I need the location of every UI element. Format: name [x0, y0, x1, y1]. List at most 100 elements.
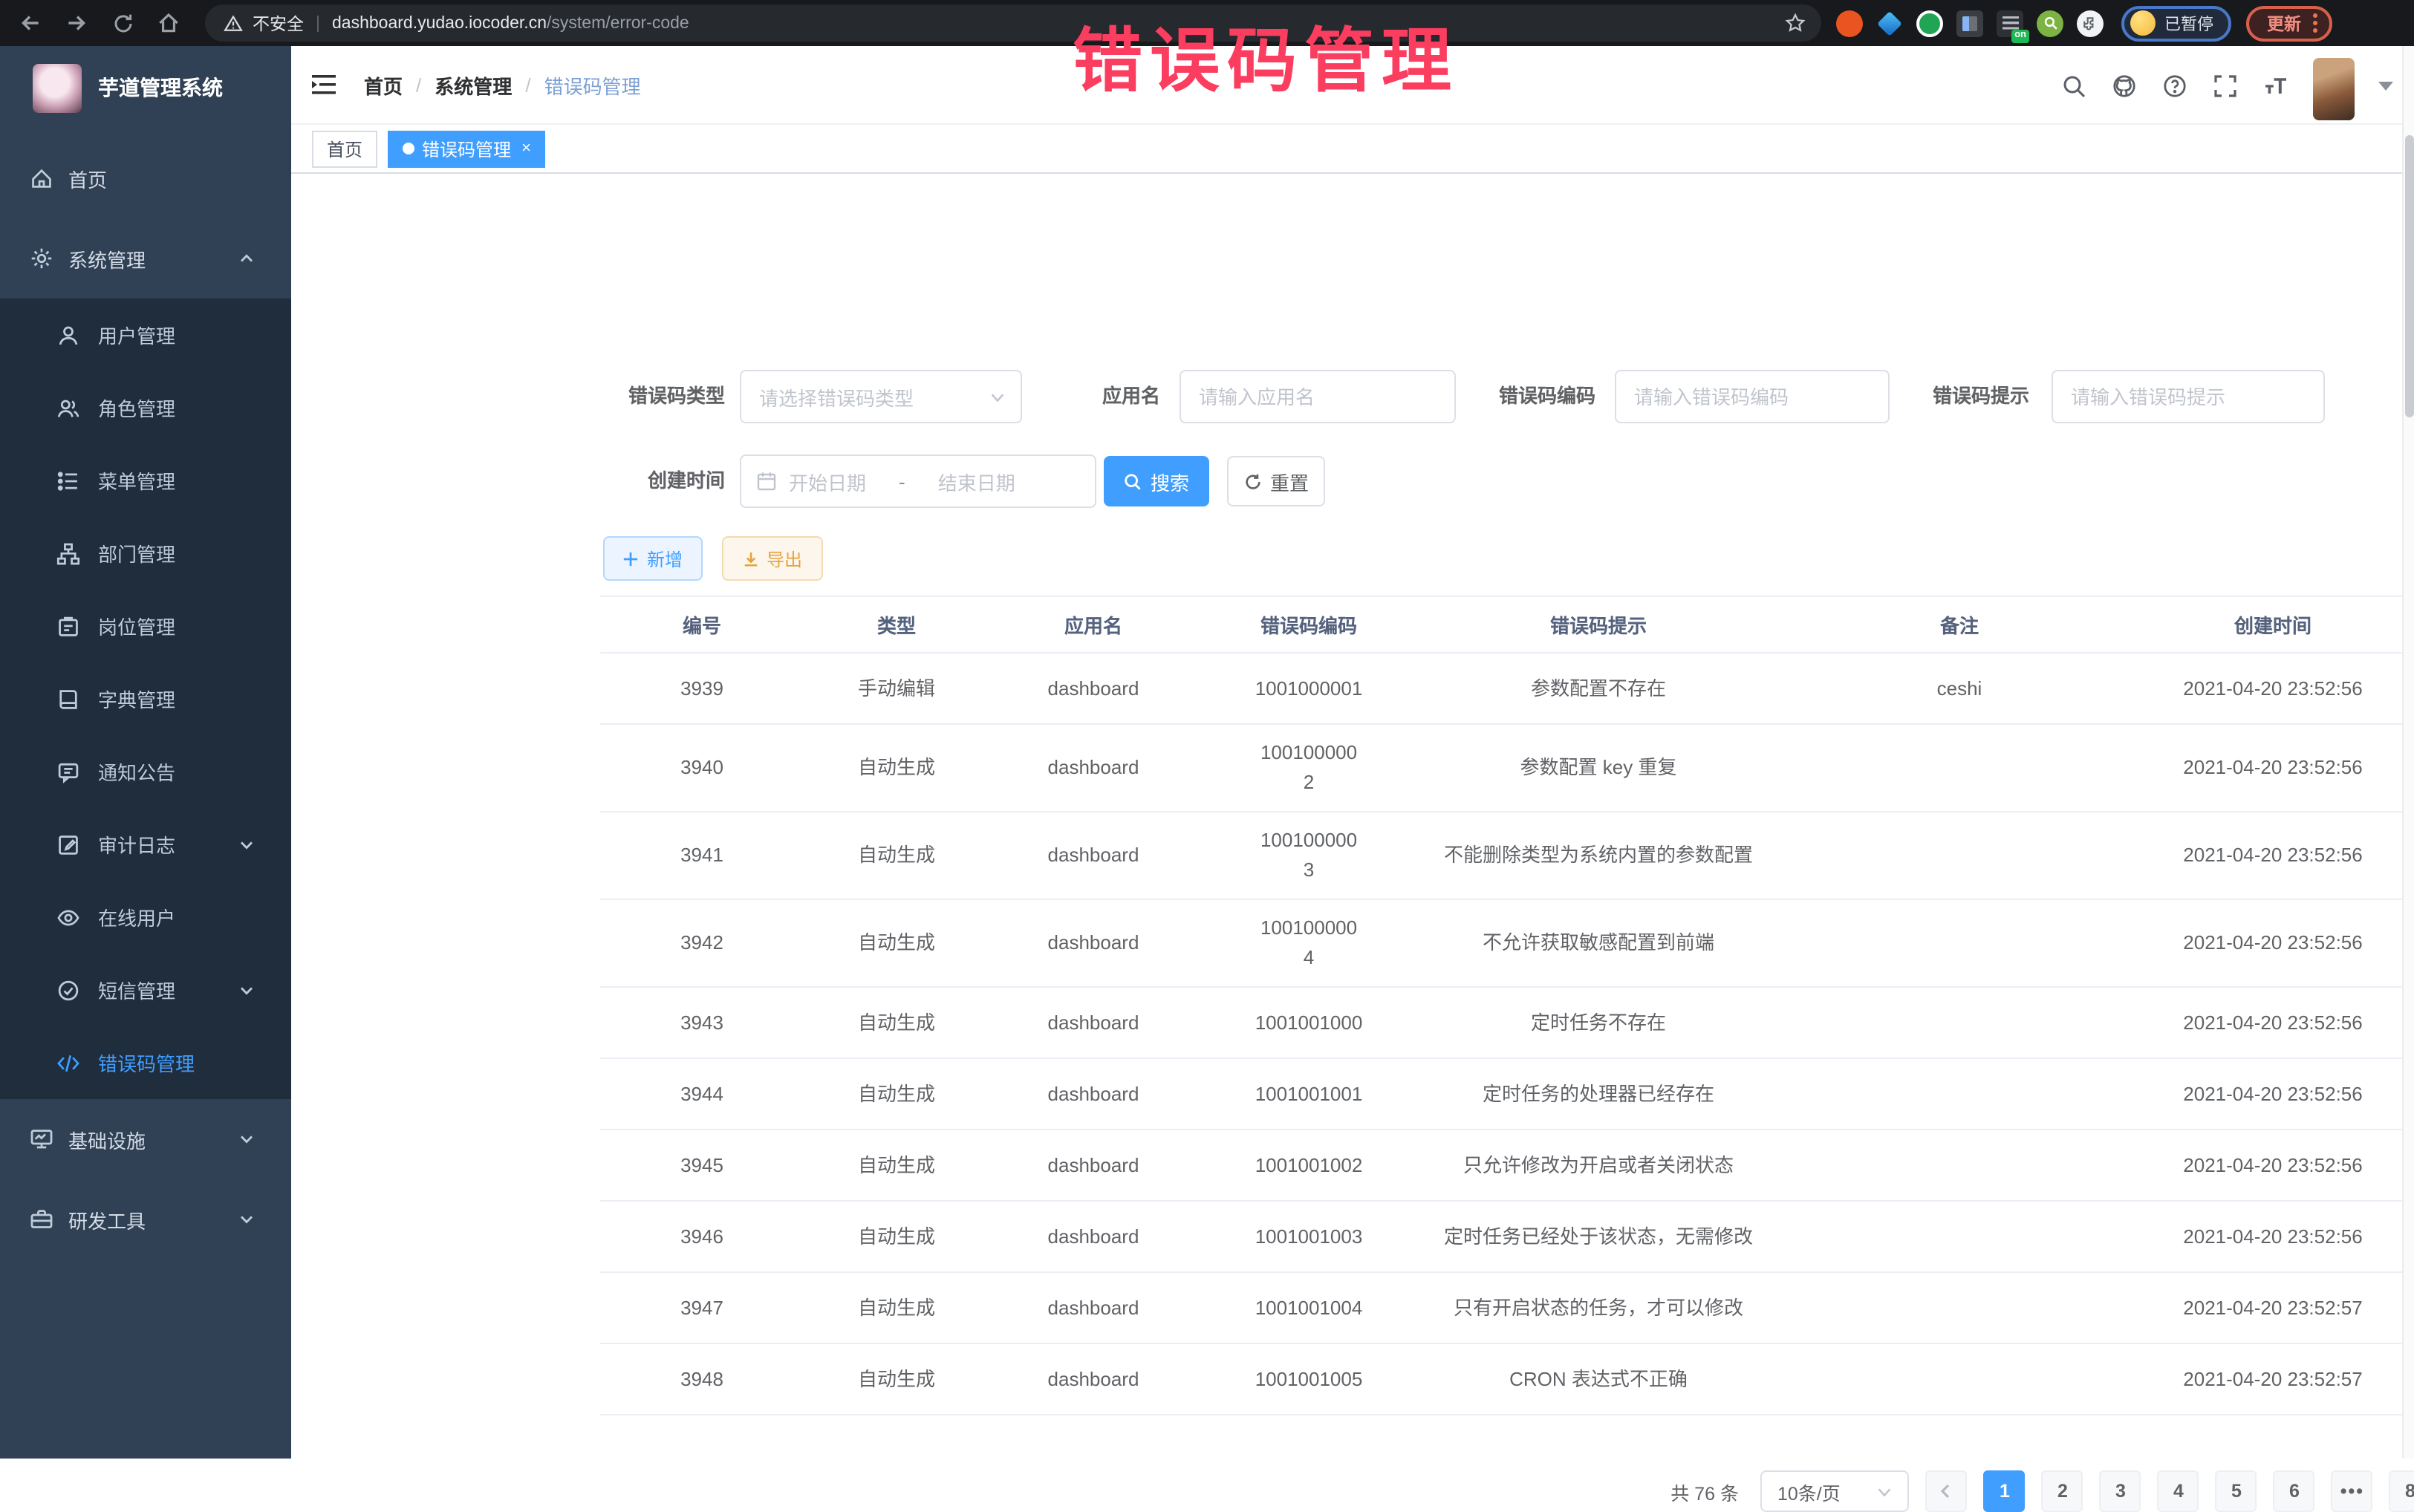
search-button[interactable]: 搜索 [1104, 456, 1209, 506]
row-time: 2021-04-20 23:52:56 [2142, 899, 2404, 987]
sidebar-item-infrastructure[interactable]: 基础设施 [0, 1099, 291, 1179]
sidebar-item-error-code-management[interactable]: 错误码管理 [0, 1026, 291, 1099]
security-warning-icon[interactable] [223, 13, 244, 33]
sidebar-item-label: 菜单管理 [98, 466, 175, 495]
page-button-3[interactable]: 3 [2100, 1470, 2141, 1512]
page-button-5[interactable]: 5 [2216, 1470, 2257, 1512]
sidebar-item-label: 研发工具 [68, 1205, 146, 1234]
error-type-select[interactable]: 请选择错误码类型 [740, 370, 1022, 423]
github-icon[interactable] [2111, 72, 2138, 99]
help-icon[interactable] [2161, 72, 2188, 99]
page-size-select[interactable]: 10条/页 [1761, 1470, 1910, 1512]
error-code-input[interactable] [1616, 371, 1888, 422]
user-avatar[interactable] [2313, 57, 2355, 120]
user-caret-icon[interactable] [2378, 81, 2393, 90]
browser-back-icon[interactable] [18, 10, 43, 36]
row-time: 2021-04-20 23:52:56 [2142, 1058, 2404, 1130]
page-button-2[interactable]: 2 [2042, 1470, 2083, 1512]
row-app: dashboard [989, 1272, 1197, 1343]
address-bar[interactable]: 不安全 | dashboard.yudao.iocoder.cn/system/… [205, 4, 1821, 42]
prev-page-button[interactable] [1926, 1470, 1968, 1512]
profile-avatar [2130, 10, 2156, 36]
reset-button-label: 重置 [1270, 467, 1309, 495]
sidebar-item-role-management[interactable]: 角色管理 [0, 371, 291, 444]
browser-update-button[interactable]: 更新 [2246, 5, 2332, 41]
breadcrumb-separator: / [416, 74, 421, 96]
table-row: 3945自动生成dashboard1001001002只允许修改为开启或者关闭状… [600, 1130, 2414, 1201]
sidebar-item-dict-management[interactable]: 字典管理 [0, 662, 291, 735]
page-button-8[interactable]: 8 [2389, 1470, 2414, 1512]
sidebar-item-online-users[interactable]: 在线用户 [0, 881, 291, 954]
header-search-icon[interactable] [2060, 72, 2087, 99]
table-row: 3946自动生成dashboard1001001003定时任务已经处于该状态，无… [600, 1201, 2414, 1272]
sidebar-item-dev-tools[interactable]: 研发工具 [0, 1179, 291, 1260]
extension-search-icon[interactable] [2037, 10, 2063, 36]
extension-check-icon[interactable] [1916, 10, 1943, 36]
sidebar-item-label: 角色管理 [98, 394, 175, 422]
row-code: 1001001003 [1197, 1201, 1420, 1272]
row-time: 2021-04-20 23:52:56 [2142, 812, 2404, 899]
filter-type-label: 错误码类型 [599, 370, 725, 423]
row-app: dashboard [989, 1058, 1197, 1130]
online-icon [56, 905, 80, 929]
sidebar-logo[interactable]: 芋道管理系统 [0, 46, 291, 129]
app-name-input[interactable] [1181, 371, 1454, 422]
vertical-scrollbar[interactable] [2402, 46, 2414, 1459]
tree-icon [56, 541, 80, 565]
extension-proxy-icon[interactable]: on [1997, 10, 2023, 36]
extension-ubuntu-icon[interactable] [1836, 10, 1863, 36]
page-button-4[interactable]: 4 [2158, 1470, 2199, 1512]
extension-grid-icon[interactable] [1956, 10, 1983, 36]
app-name-field-wrap [1180, 370, 1456, 423]
sidebar-item-dept-management[interactable]: 部门管理 [0, 517, 291, 590]
row-hint: 不能删除类型为系统内置的参数配置 [1420, 812, 1777, 899]
table-row: 3948自动生成dashboard1001001005CRON 表达式不正确20… [600, 1343, 2414, 1415]
filter-app-label: 应用名 [1046, 370, 1160, 423]
export-button[interactable]: 导出 [722, 536, 823, 581]
page-button-1[interactable]: 1 [1984, 1470, 2026, 1512]
date-range-picker[interactable]: 开始日期 - 结束日期 [740, 454, 1096, 508]
hamburger-icon[interactable] [310, 73, 337, 97]
row-hint: 参数配置不存在 [1420, 653, 1777, 724]
add-button[interactable]: 新增 [603, 536, 703, 581]
tag-error-code[interactable]: 错误码管理 × [388, 130, 546, 167]
bookmark-star-icon[interactable] [1784, 12, 1806, 34]
sidebar-item-home[interactable]: 首页 [0, 138, 291, 218]
sidebar-item-notice-announcement[interactable]: 通知公告 [0, 735, 291, 808]
browser-reload-icon[interactable] [110, 10, 135, 36]
row-app: dashboard [989, 1130, 1197, 1201]
sidebar-item-audit-log[interactable]: 审计日志 [0, 808, 291, 881]
breadcrumb-home[interactable]: 首页 [364, 71, 403, 99]
breadcrumb-system[interactable]: 系统管理 [435, 71, 512, 99]
sidebar-item-sms-management[interactable]: 短信管理 [0, 954, 291, 1026]
sidebar-item-user-management[interactable]: 用户管理 [0, 299, 291, 371]
font-size-icon[interactable] [2262, 72, 2289, 99]
chevron-down-icon [238, 1210, 256, 1228]
export-button-label: 导出 [767, 546, 802, 571]
extensions-puzzle-icon[interactable] [2077, 10, 2104, 36]
tag-home[interactable]: 首页 [312, 130, 377, 167]
reset-button[interactable]: 重置 [1227, 456, 1325, 506]
sidebar-item-system-management[interactable]: 系统管理 [0, 218, 291, 299]
browser-home-icon[interactable] [156, 10, 181, 36]
row-app: dashboard [989, 812, 1197, 899]
row-hint: 只有开启状态的任务，才可以修改 [1420, 1272, 1777, 1343]
page-button-6[interactable]: 6 [2274, 1470, 2315, 1512]
sidebar-item-menu-management[interactable]: 菜单管理 [0, 444, 291, 517]
row-code: 1001000001 [1197, 653, 1420, 724]
browser-forward-icon[interactable] [64, 10, 89, 36]
fullscreen-icon[interactable] [2212, 72, 2239, 99]
sidebar-item-post-management[interactable]: 岗位管理 [0, 590, 291, 662]
scrollbar-thumb[interactable] [2405, 135, 2414, 417]
row-id: 3948 [600, 1343, 804, 1415]
browser-menu-icon[interactable] [2313, 13, 2317, 33]
table-row: 3940自动生成dashboard1001000002参数配置 key 重复20… [600, 724, 2414, 812]
tag-close-icon[interactable]: × [521, 140, 531, 157]
chevron-up-icon [238, 250, 256, 267]
total-count: 共 76 条 [1670, 1477, 1739, 1505]
browser-profile-button[interactable]: 已暂停 [2121, 5, 2231, 41]
row-remark [1777, 724, 2142, 812]
page-more-button[interactable]: ••• [2332, 1470, 2373, 1512]
extension-gem-icon[interactable] [1876, 10, 1903, 36]
error-hint-input[interactable] [2053, 371, 2323, 422]
